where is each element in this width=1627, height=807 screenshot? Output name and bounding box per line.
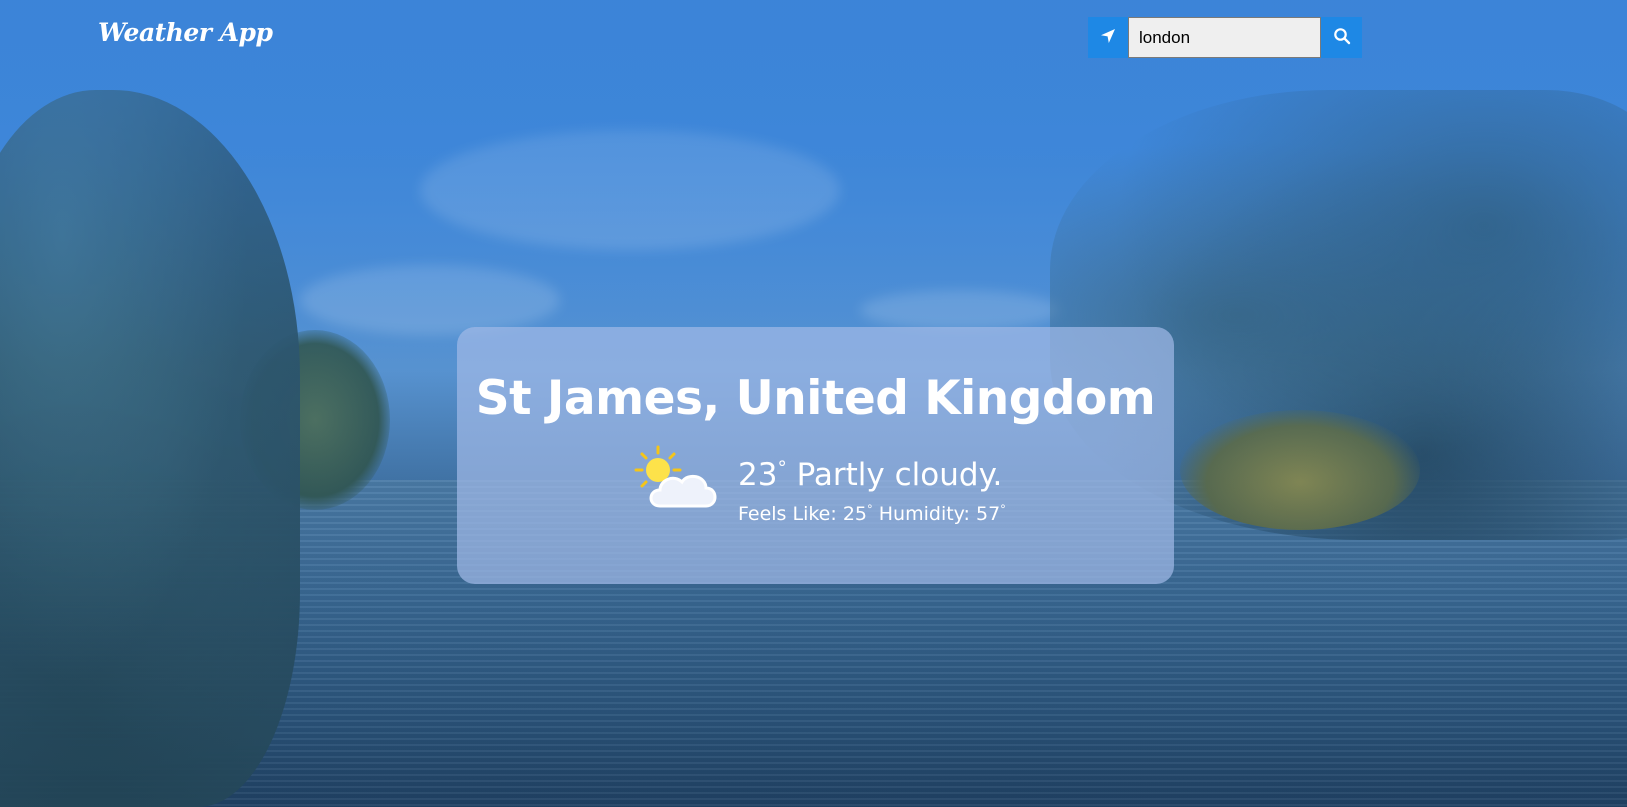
app-logo[interactable]: Weather App (98, 18, 273, 47)
degree-symbol: ° (777, 457, 787, 479)
search-button[interactable] (1321, 17, 1362, 58)
search-icon (1333, 27, 1351, 49)
feels-like-label: Feels Like: (738, 502, 837, 525)
search-input[interactable] (1128, 17, 1321, 58)
temperature-line: 23° Partly cloudy. (738, 457, 1002, 493)
humidity-label: Humidity: (878, 502, 970, 525)
condition-text: Partly cloudy. (796, 457, 1003, 493)
degree-symbol: ° (1000, 502, 1006, 516)
feels-like-value: 25 (842, 502, 868, 525)
app-root: Weather App St James, United Kingdom (0, 0, 1627, 807)
location-arrow-icon (1100, 28, 1116, 48)
search-bar (1088, 17, 1362, 58)
weather-card: St James, United Kingdom 23° Partly clou… (457, 327, 1174, 584)
details-line: Feels Like: 25° Humidity: 57° (738, 502, 1006, 525)
location-title: St James, United Kingdom (475, 371, 1156, 426)
partly-cloudy-icon (634, 444, 724, 514)
degree-symbol: ° (867, 502, 873, 516)
humidity-value: 57 (975, 502, 1001, 525)
temperature-value: 23 (738, 457, 778, 493)
locate-button[interactable] (1088, 17, 1128, 58)
